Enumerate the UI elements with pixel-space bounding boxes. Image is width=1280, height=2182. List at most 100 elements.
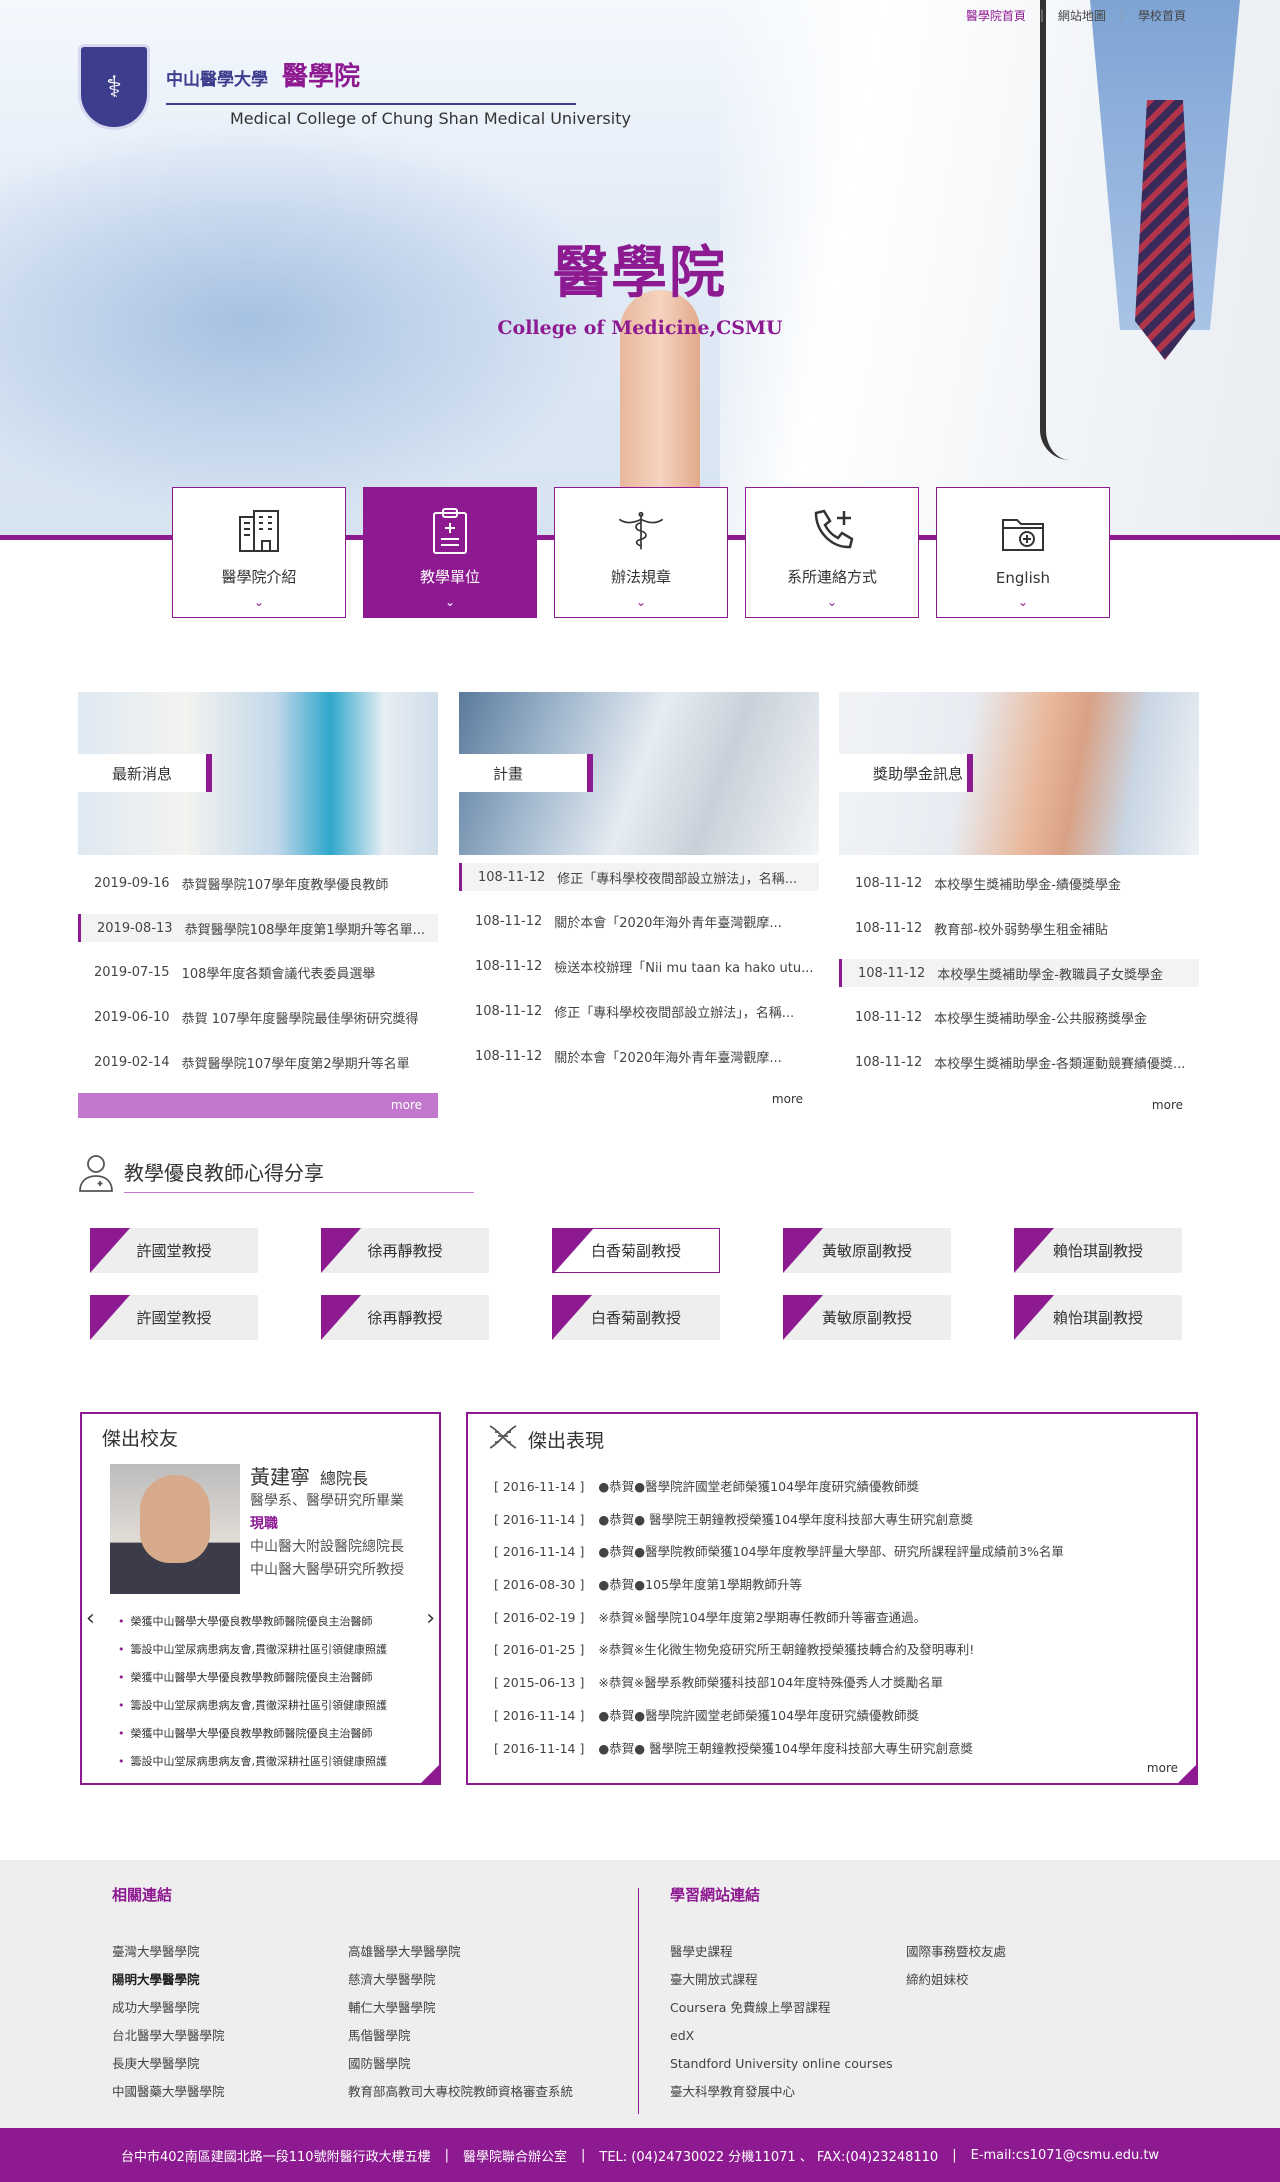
list-item[interactable]: 榮獲中山醫學大學優良教學教師醫院優良主治醫師 [118,1720,418,1748]
list-item[interactable]: 108-11-12 修正「專科學校夜間部設立辦法」，名稱... [459,863,819,891]
teacher-button[interactable]: 徐再靜教授 [321,1295,489,1340]
list-item[interactable]: 2019-07-15 108學年度各類會議代表委員選舉 [78,950,438,995]
teachers-row-2: 許國堂教授 徐再靜教授 白香菊副教授 黃敏原副教授 賴怡琪副教授 [90,1295,1182,1340]
related-link[interactable]: 慈濟大學醫學院 [348,1971,584,1989]
list-item[interactable]: 籌設中山堂尿病患病友會,貫徹深耕社區引領健康照護 [118,1636,418,1664]
teacher-button[interactable]: 許國堂教授 [90,1228,258,1273]
teacher-button[interactable]: 徐再靜教授 [321,1228,489,1273]
news-label: 最新消息 [78,754,212,792]
phone-icon [807,506,857,556]
nav-college-intro[interactable]: 醫學院介紹 ⌄ [172,487,346,618]
links-footer: 相關連結 臺灣大學醫學院 高雄醫學大學醫學院 陽明大學醫學院 慈濟大學醫學院 成… [0,1860,1280,2128]
list-item[interactable]: [ 2016-01-25 ] ※恭賀※生化微生物免疫研究所王朝鐘教授榮獲技轉合約及… [494,1634,1196,1667]
related-link[interactable]: 國防醫學院 [348,2055,584,2073]
list-item[interactable]: 108-11-12 修正「專科學校夜間部設立辦法」，名稱... [459,989,819,1034]
list-item[interactable]: 108-11-12 關於本會「2020年海外青年臺灣觀摩... [459,899,819,944]
list-item[interactable]: 2019-02-14 恭賀醫學院107學年度第2學期升等名單 [78,1040,438,1085]
news-image: 最新消息 [78,692,438,855]
hero-title-en: College of Medicine,CSMU [497,317,783,339]
related-link[interactable]: 陽明大學醫學院 [112,1971,348,1989]
learning-link[interactable]: 國際事務暨校友處 [906,1943,1142,1961]
related-link[interactable]: 中國醫藥大學醫學院 [112,2083,348,2101]
alumni-name: 黃建寧 [250,1465,310,1489]
list-item[interactable]: 108-11-12 關於本會「2020年海外青年臺灣觀摩... [459,1034,819,1079]
list-item[interactable]: 2019-08-13 恭賀醫學院108學年度第1學期升等名單... [78,914,438,942]
learning-link[interactable]: edX [670,2027,906,2045]
news-more-link[interactable]: more [78,1093,438,1118]
nav-label: 辦法規章 [610,568,671,586]
performance-panel: 傑出表現 [ 2016-11-14 ] ●恭賀●醫學院許國堂老師榮獲104學年度研… [466,1412,1198,1785]
list-item[interactable]: 108-11-12 本校學生獎補助學金-績優獎學金 [839,861,1199,906]
learning-link[interactable]: Standford University online courses [670,2055,906,2073]
learning-link[interactable]: Coursera 免費線上學習課程 [670,1999,906,2017]
list-item[interactable]: 108-11-12 教育部-校外弱勢學生租金補貼 [839,906,1199,951]
nav-label: 系所連絡方式 [786,568,877,586]
list-item[interactable]: 108-11-12 本校學生獎補助學金-教職員子女獎學金 [839,959,1199,987]
chevron-left-icon[interactable]: ‹ [86,1606,95,1631]
related-link[interactable]: 長庚大學醫學院 [112,2055,348,2073]
list-item[interactable]: 2019-09-16 恭賀醫學院107學年度教學優良教師 [78,861,438,906]
scholarship-more-link[interactable]: more [839,1093,1199,1118]
nav-label: 教學單位 [419,568,480,586]
teacher-button[interactable]: 黃敏原副教授 [783,1228,951,1273]
related-links-title: 相關連結 [112,1886,173,1904]
teacher-button[interactable]: 許國堂教授 [90,1295,258,1340]
performance-list: [ 2016-11-14 ] ●恭賀●醫學院許國堂老師榮獲104學年度研究績優教師… [494,1471,1196,1765]
related-link[interactable]: 臺灣大學醫學院 [112,1943,348,1961]
related-links: 相關連結 臺灣大學醫學院 高雄醫學大學醫學院 陽明大學醫學院 慈濟大學醫學院 成… [112,1884,584,2101]
performance-title: 傑出表現 [528,1430,605,1452]
related-link[interactable]: 輔仁大學醫學院 [348,1999,584,2017]
site-logo[interactable]: ⚕ 中山醫學大學 醫學院 Medical College of Chung Sha… [78,44,631,130]
plans-more-link[interactable]: more [459,1087,819,1112]
list-item[interactable]: [ 2016-02-19 ] ※恭賀※醫學院104學年度第2學期專任教師升等審查通… [494,1602,1196,1635]
performance-more-link[interactable]: more [1147,1761,1178,1775]
learning-link[interactable]: 締約姐妹校 [906,1971,1142,1989]
list-item[interactable]: [ 2015-06-13 ] ※恭賀※醫學系教師榮獲科技部104年度特殊優秀人才獎… [494,1667,1196,1700]
learning-link[interactable]: 醫學史課程 [670,1943,906,1961]
list-item[interactable]: [ 2016-11-14 ] ●恭賀●醫學院教師榮獲104學年度教學評量大學部、研… [494,1536,1196,1569]
related-link[interactable]: 教育部高教司大專校院教師資格審查系統 [348,2083,584,2101]
teacher-button[interactable]: 白香菊副教授 [552,1295,720,1340]
topbar-link-home[interactable]: 醫學院首頁 [952,7,1040,24]
list-item[interactable]: [ 2016-11-14 ] ●恭賀● 醫學院王朝鐘教授榮獲104學年度科技部大專… [494,1733,1196,1766]
learning-link[interactable]: 臺大開放式課程 [670,1971,906,1989]
footer-email[interactable]: E-mail:cs1071@csmu.edu.tw [971,2148,1159,2163]
nav-label: English [995,569,1051,587]
related-link[interactable]: 馬偕醫學院 [348,2027,584,2045]
list-item[interactable]: 榮獲中山醫學大學優良教學教師醫院優良主治醫師 [118,1608,418,1636]
scholarship-image: 獎助學金訊息 [839,692,1199,855]
alumni-current-label: 現職 [250,1516,278,1532]
nav-english[interactable]: English ⌄ [936,487,1110,618]
list-item[interactable]: [ 2016-11-14 ] ●恭賀●醫學院許國堂老師榮獲104學年度研究績優教師… [494,1700,1196,1733]
topbar-link-school[interactable]: 學校首頁 [1124,7,1200,24]
list-item[interactable]: 榮獲中山醫學大學優良教學教師醫院優良主治醫師 [118,1664,418,1692]
learning-link[interactable]: 臺大科學教育發展中心 [670,2083,906,2101]
list-item[interactable]: [ 2016-11-14 ] ●恭賀● 醫學院王朝鐘教授榮獲104學年度科技部大專… [494,1504,1196,1537]
list-item[interactable]: 籌設中山堂尿病患病友會,貫徹深耕社區引領健康照護 [118,1692,418,1720]
list-item[interactable]: 108-11-12 檢送本校辦理「Nii mu taan ka hako utu.… [459,944,819,989]
logo-en: Medical College of Chung Shan Medical Un… [230,109,631,128]
scholarship-list: 108-11-12 本校學生獎補助學金-績優獎學金 108-11-12 教育部-校外… [839,861,1199,1085]
university-emblem-icon: ⚕ [78,44,150,130]
bottom-bar: 台中市402南區建國北路一段110號附醫行政大樓五樓 | 醫學院聯合辦公室 | TE… [0,2128,1280,2182]
teacher-button[interactable]: 賴怡琪副教授 [1014,1295,1182,1340]
list-item[interactable]: 籌設中山堂尿病患病友會,貫徹深耕社區引領健康照護 [118,1748,418,1776]
news-list: 2019-09-16 恭賀醫學院107學年度教學優良教師 2019-08-13 恭賀… [78,861,438,1085]
nav-teaching-units[interactable]: 教學單位 ⌄ [363,487,537,618]
list-item[interactable]: 2019-06-10 恭賀 107學年度醫學院最佳學術研究獎得 [78,995,438,1040]
related-link[interactable]: 台北醫學大學醫學院 [112,2027,348,2045]
doctor-icon [78,1153,114,1197]
related-link[interactable]: 成功大學醫學院 [112,1999,348,2017]
teacher-button[interactable]: 白香菊副教授 [552,1228,720,1274]
chevron-right-icon[interactable]: › [426,1606,435,1631]
teacher-button[interactable]: 賴怡琪副教授 [1014,1228,1182,1273]
list-item[interactable]: [ 2016-08-30 ] ●恭賀●105學年度第1學期教師升等 [494,1569,1196,1602]
nav-regulations[interactable]: 辦法規章 ⌄ [554,487,728,618]
list-item[interactable]: 108-11-12 本校學生獎補助學金-各類運動競賽績優獎... [839,1040,1199,1085]
topbar-link-sitemap[interactable]: 網站地圖 [1044,7,1120,24]
nav-contact[interactable]: 系所連絡方式 ⌄ [745,487,919,618]
list-item[interactable]: 108-11-12 本校學生獎補助學金-公共服務獎學金 [839,995,1199,1040]
list-item[interactable]: [ 2016-11-14 ] ●恭賀●醫學院許國堂老師榮獲104學年度研究績優教師… [494,1471,1196,1504]
related-link[interactable]: 高雄醫學大學醫學院 [348,1943,584,1961]
teacher-button[interactable]: 黃敏原副教授 [783,1295,951,1340]
